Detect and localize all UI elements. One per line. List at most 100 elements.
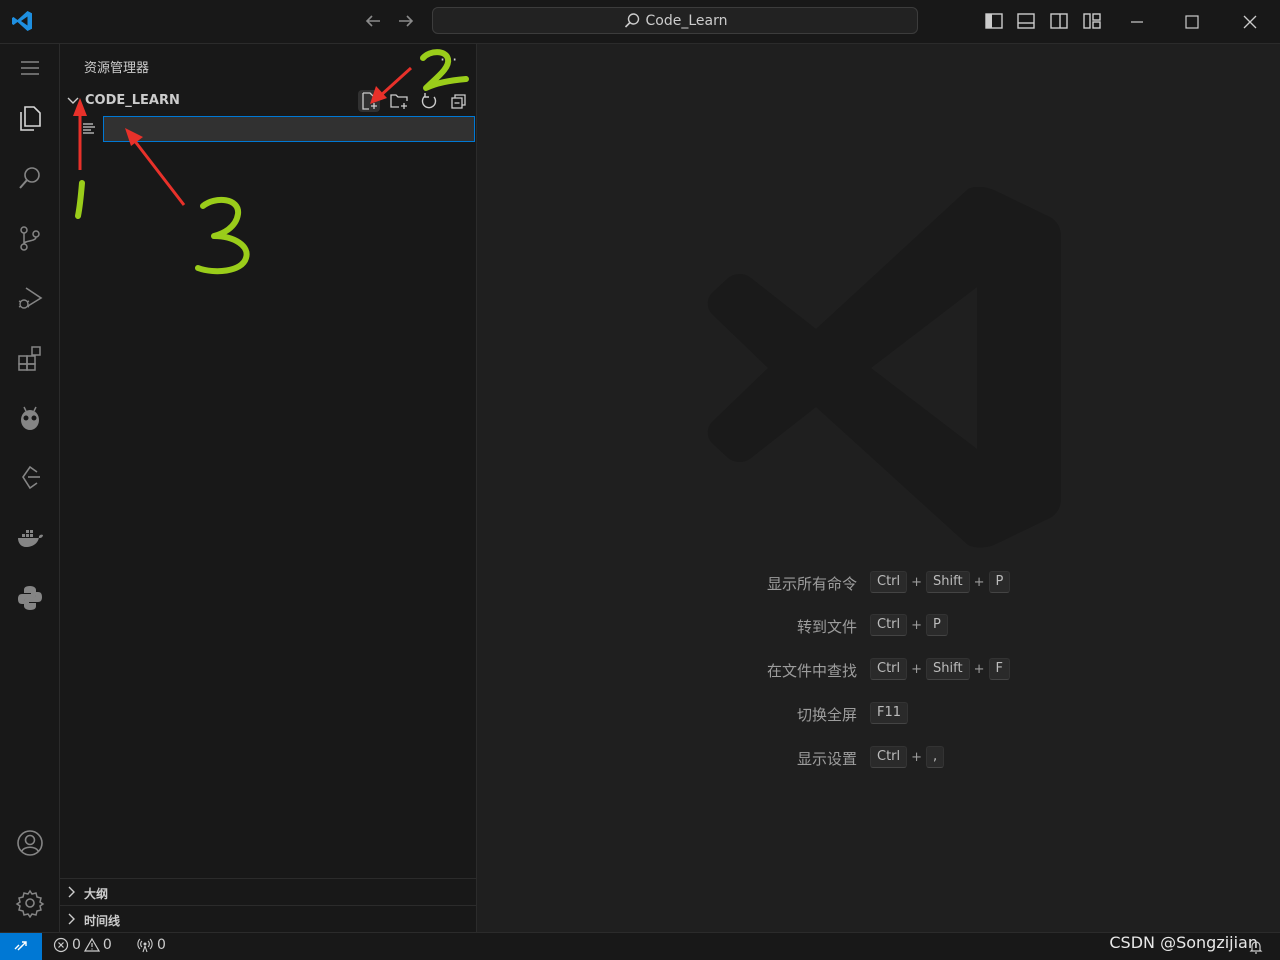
csdn-watermark: CSDN @Songzijian [1109, 933, 1258, 952]
close-button[interactable] [1227, 0, 1273, 43]
sidebar-title: 资源管理器 [84, 61, 150, 76]
search-icon [19, 167, 40, 189]
file-lines-icon [83, 123, 95, 134]
timeline-section-header[interactable]: 时间线 [60, 905, 476, 932]
folder-header[interactable]: CODE_LEARN [60, 90, 476, 112]
key-ctrl: Ctrl [870, 746, 908, 768]
error-icon [53, 937, 69, 953]
vscode-watermark-icon [707, 187, 1061, 548]
activity-extensions[interactable] [0, 334, 60, 382]
toggle-secondary-sidebar-icon[interactable] [1049, 11, 1069, 31]
shortcut-go-to-file: 转到文件 Ctrl + P [477, 614, 1280, 638]
folder-name: CODE_LEARN [85, 93, 180, 108]
remote-icon [14, 940, 27, 950]
activity-search[interactable] [0, 154, 60, 202]
accounts-icon [17, 830, 43, 856]
run-debug-icon [18, 287, 43, 309]
shortcut-label: 显示所有命令 [766, 575, 857, 593]
activity-docker[interactable] [0, 514, 60, 562]
chevron-down-icon[interactable] [66, 94, 80, 108]
activity-manage[interactable] [0, 879, 60, 927]
timeline-section-label: 时间线 [84, 914, 121, 928]
editor-area: 显示所有命令 Ctrl + Shift + P 转到文件 Ctrl + P 在文件中查… [477, 44, 1280, 932]
minimize-button[interactable] [1114, 0, 1160, 43]
command-center-search[interactable]: Code_Learn [432, 7, 918, 34]
key-f: F [988, 658, 1010, 680]
back-arrow-icon[interactable] [362, 10, 384, 32]
new-folder-icon [390, 94, 408, 109]
extensions-icon [18, 346, 41, 371]
problems-indicator[interactable]: 0 0 [53, 937, 112, 953]
remote-indicator-button[interactable] [0, 933, 42, 960]
new-file-icon [362, 92, 377, 110]
broadcast-icon [137, 938, 153, 953]
source-control-icon [20, 226, 40, 251]
chevron-right-icon [68, 913, 75, 925]
toggle-primary-sidebar-icon[interactable] [984, 11, 1004, 31]
collapse-folders-button[interactable] [448, 90, 470, 112]
ports-count: 0 [157, 937, 166, 953]
remote-explorer-icon [22, 465, 40, 490]
key-ctrl: Ctrl [870, 614, 908, 636]
shortcut-label: 转到文件 [796, 618, 857, 636]
warning-count: 0 [102, 937, 112, 953]
key-ctrl: Ctrl [870, 658, 908, 680]
platformio-icon [21, 406, 39, 430]
notifications-bell-icon[interactable] [1248, 939, 1264, 955]
new-folder-button[interactable] [388, 90, 410, 112]
activity-source-control[interactable] [0, 214, 60, 262]
shortcut-label: 在文件中查找 [766, 662, 857, 680]
more-actions-button[interactable]: ··· [440, 50, 458, 69]
explorer-sidebar: 资源管理器 ··· CODE_LEARN 大纲 时间线 [60, 44, 477, 932]
ports-indicator[interactable]: 0 [137, 937, 166, 953]
status-bar: 0 0 0 CSDN @Songzijian [0, 932, 1280, 960]
maximize-button[interactable] [1169, 0, 1215, 43]
activity-run-debug[interactable] [0, 274, 60, 322]
shortcut-find-in-files: 在文件中查找 Ctrl + Shift + F [477, 658, 1280, 682]
workspace-name: Code_Learn [645, 12, 728, 29]
shortcut-label: 切换全屏 [796, 706, 857, 724]
key-ctrl: Ctrl [870, 571, 908, 593]
new-file-name-input[interactable] [103, 116, 475, 142]
close-icon [1243, 15, 1257, 28]
explorer-icon [20, 106, 41, 131]
activity-bar [0, 44, 60, 932]
hamburger-menu-icon [21, 61, 39, 75]
maximize-icon [1185, 14, 1199, 29]
shortcut-label: 显示设置 [796, 750, 857, 768]
key-f11: F11 [870, 702, 909, 724]
activity-python[interactable] [0, 574, 60, 622]
forward-arrow-icon[interactable] [395, 10, 417, 32]
menu-button[interactable] [0, 44, 60, 92]
chevron-right-icon [68, 886, 75, 898]
settings-gear-icon [15, 889, 45, 918]
warning-icon [83, 937, 100, 952]
collapse-all-icon [451, 94, 466, 109]
key-shift: Shift [926, 571, 970, 593]
outline-section-label: 大纲 [84, 887, 109, 901]
key-shift: Shift [926, 658, 970, 680]
activity-platformio[interactable] [0, 394, 60, 442]
shortcut-show-settings: 显示设置 Ctrl + , [477, 746, 1280, 770]
python-icon [18, 586, 42, 610]
new-file-button[interactable] [358, 90, 380, 112]
activity-accounts[interactable] [0, 819, 60, 867]
key-p: P [926, 614, 948, 636]
customize-layout-icon[interactable] [1082, 11, 1102, 31]
shortcut-show-all-commands: 显示所有命令 Ctrl + Shift + P [477, 571, 1280, 595]
outline-section-header[interactable]: 大纲 [60, 878, 476, 905]
minimize-icon [1131, 20, 1143, 23]
error-count: 0 [72, 937, 81, 953]
key-p: P [988, 571, 1011, 593]
new-file-row [60, 116, 476, 142]
key-comma: , [926, 746, 945, 768]
vscode-logo-icon [12, 11, 32, 31]
title-bar: Code_Learn [0, 0, 1280, 44]
toggle-panel-icon[interactable] [1016, 11, 1036, 31]
activity-explorer[interactable] [0, 94, 60, 142]
search-icon [624, 12, 639, 28]
docker-icon [18, 530, 43, 547]
refresh-icon [421, 93, 437, 109]
activity-remote[interactable] [0, 454, 60, 502]
refresh-button[interactable] [418, 90, 440, 112]
